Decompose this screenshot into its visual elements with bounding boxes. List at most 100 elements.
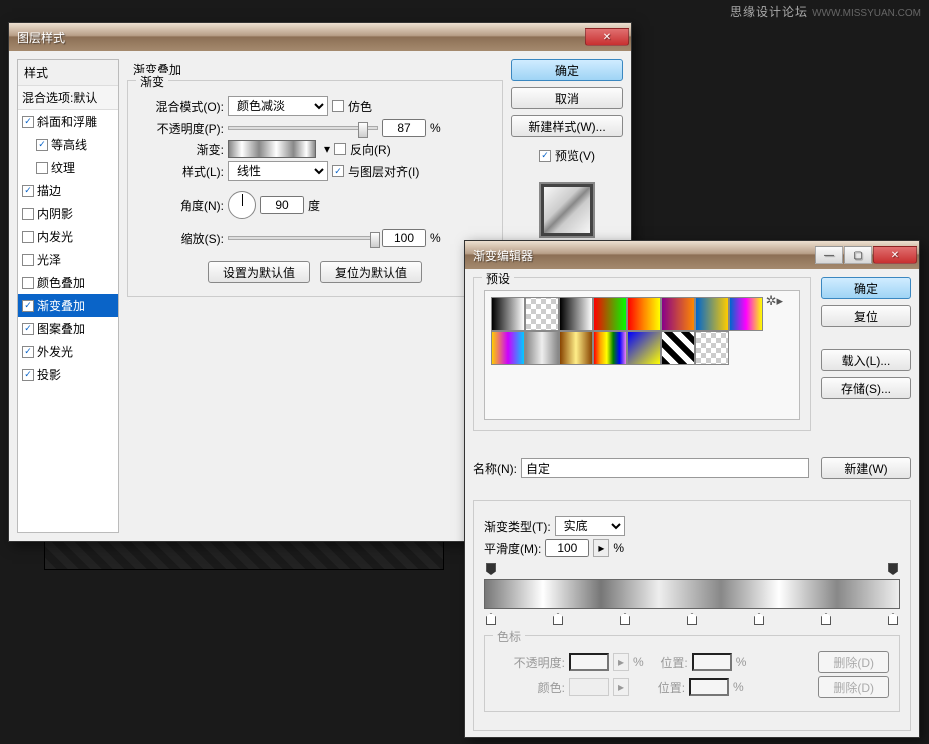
dither-checkbox[interactable] [332,100,344,112]
preset-swatch[interactable] [593,331,627,365]
blend-options[interactable]: 混合选项:默认 [18,86,118,110]
color-stop[interactable] [687,613,697,625]
angle-input[interactable] [260,196,304,214]
style-checkbox[interactable] [22,231,34,243]
gear-icon[interactable]: ✲▸ [766,293,783,309]
style-checkbox[interactable]: ✓ [22,323,34,335]
style-item-投影[interactable]: ✓投影 [18,363,118,386]
scale-slider[interactable] [228,236,378,240]
style-checkbox[interactable] [22,277,34,289]
watermark-sub: WWW.MISSYUAN.COM [812,8,921,19]
style-checkbox[interactable]: ✓ [22,369,34,381]
opacity-label: 不透明度(P): [138,120,224,137]
preset-swatch[interactable] [559,297,593,331]
style-checkbox[interactable]: ✓ [36,139,48,151]
smooth-input[interactable] [545,539,589,557]
colorstops-legend: 色标 [493,628,525,645]
smooth-label: 平滑度(M): [484,540,541,557]
layer-style-titlebar[interactable]: 图层样式 ✕ [9,23,631,51]
preset-swatch[interactable] [525,331,559,365]
style-select[interactable]: 线性 [228,161,328,181]
opacity-stop[interactable] [486,563,496,575]
cs-pos2-input [689,678,729,696]
color-stop[interactable] [821,613,831,625]
color-stop[interactable] [620,613,630,625]
angle-dial[interactable] [228,191,256,219]
ge-load-button[interactable]: 载入(L)... [821,349,911,371]
ge-reset-button[interactable]: 复位 [821,305,911,327]
preset-swatch[interactable] [627,297,661,331]
reset-default-button[interactable]: 复位为默认值 [320,261,422,283]
gradient-bar[interactable] [484,579,900,609]
opacity-stop[interactable] [888,563,898,575]
blend-mode-select[interactable]: 颜色减淡 [228,96,328,116]
dither-label: 仿色 [348,98,372,115]
style-label: 样式(L): [138,163,224,180]
opacity-input[interactable] [382,119,426,137]
style-checkbox[interactable] [22,254,34,266]
style-checkbox[interactable] [22,208,34,220]
gradient-legend: 渐变 [136,73,168,90]
pct-label: % [430,121,441,135]
style-checkbox[interactable]: ✓ [22,116,34,128]
new-button[interactable]: 新建(W) [821,457,911,479]
style-item-颜色叠加[interactable]: 颜色叠加 [18,271,118,294]
gradient-swatch[interactable] [228,140,316,158]
ok-button[interactable]: 确定 [511,59,623,81]
preview-label: 预览(V) [555,147,595,164]
set-default-button[interactable]: 设置为默认值 [208,261,310,283]
color-stop[interactable] [553,613,563,625]
opacity-slider[interactable] [228,126,378,130]
style-item-等高线[interactable]: ✓等高线 [18,133,118,156]
style-checkbox[interactable] [36,162,48,174]
style-item-纹理[interactable]: 纹理 [18,156,118,179]
preset-swatch[interactable] [729,297,763,331]
maximize-icon[interactable]: ▢ [844,246,872,264]
style-item-描边[interactable]: ✓描边 [18,179,118,202]
smooth-pct: % [613,541,624,555]
preset-swatch[interactable] [627,331,661,365]
preview-checkbox[interactable]: ✓ [539,150,551,162]
style-checkbox[interactable]: ✓ [22,346,34,358]
align-checkbox[interactable]: ✓ [332,165,344,177]
scale-input[interactable] [382,229,426,247]
color-stop[interactable] [888,613,898,625]
ge-ok-button[interactable]: 确定 [821,277,911,299]
name-input[interactable] [521,458,809,478]
style-item-斜面和浮雕[interactable]: ✓斜面和浮雕 [18,110,118,133]
cancel-button[interactable]: 取消 [511,87,623,109]
preset-swatch[interactable] [525,297,559,331]
close-icon[interactable]: ✕ [585,28,629,46]
style-item-图案叠加[interactable]: ✓图案叠加 [18,317,118,340]
presets-grid[interactable]: ✲▸ [484,290,800,420]
type-select[interactable]: 实底 [555,516,625,536]
color-stop[interactable] [486,613,496,625]
color-stop[interactable] [754,613,764,625]
gradient-label: 渐变: [138,141,224,158]
style-item-渐变叠加[interactable]: ✓渐变叠加 [18,294,118,317]
reverse-checkbox[interactable] [334,143,346,155]
smooth-stepper[interactable]: ▸ [593,539,609,557]
style-checkbox[interactable]: ✓ [22,185,34,197]
preset-swatch[interactable] [695,331,729,365]
preset-swatch[interactable] [661,297,695,331]
new-style-button[interactable]: 新建样式(W)... [511,115,623,137]
style-header[interactable]: 样式 [18,60,118,86]
style-item-内发光[interactable]: 内发光 [18,225,118,248]
preset-swatch[interactable] [593,297,627,331]
preset-swatch[interactable] [695,297,729,331]
preset-swatch[interactable] [559,331,593,365]
style-item-外发光[interactable]: ✓外发光 [18,340,118,363]
preset-swatch[interactable] [491,331,525,365]
preset-swatch[interactable] [661,331,695,365]
cs-color-label: 颜色: [495,679,565,696]
close-icon[interactable]: ✕ [873,246,917,264]
gradient-editor-titlebar[interactable]: 渐变编辑器 ― ▢ ✕ [465,241,919,269]
style-item-光泽[interactable]: 光泽 [18,248,118,271]
cs-delete-button: 删除(D) [818,651,889,673]
style-item-内阴影[interactable]: 内阴影 [18,202,118,225]
ge-save-button[interactable]: 存储(S)... [821,377,911,399]
preset-swatch[interactable] [491,297,525,331]
minimize-icon[interactable]: ― [815,246,843,264]
style-checkbox[interactable]: ✓ [22,300,34,312]
